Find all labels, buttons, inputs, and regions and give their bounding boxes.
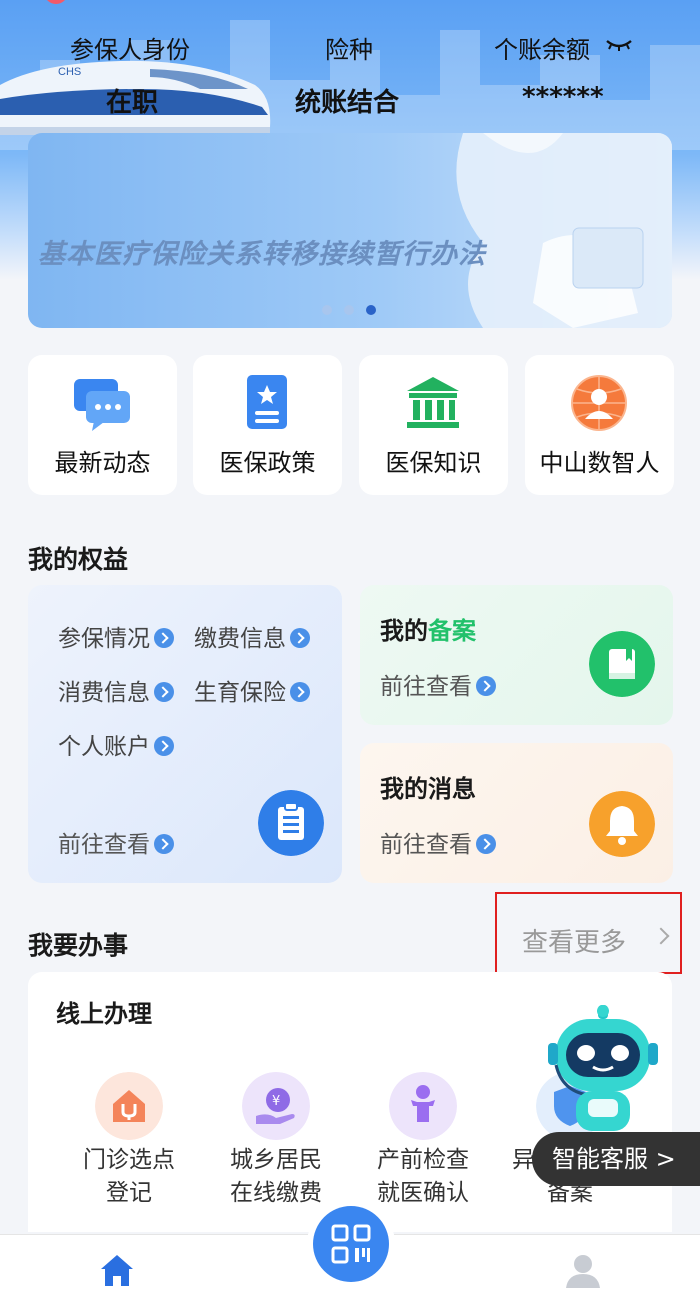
quick-link-knowledge[interactable]: 医保知识 (359, 355, 508, 495)
digital-person-icon (571, 375, 627, 431)
user-profile-icon[interactable] (564, 1252, 602, 1290)
qr-scan-button[interactable] (313, 1206, 389, 1282)
arrow-right-icon (154, 681, 174, 702)
identity-label: 参保人身份 (70, 36, 190, 64)
rights-go-view[interactable]: 前往查看 (58, 825, 174, 859)
service-label-line1: 城乡居民 (230, 1147, 322, 1173)
carousel-dot[interactable] (322, 305, 332, 315)
my-rights-title: 我的权益 (28, 545, 129, 574)
insured-info-values: 在职 统账结合 ****** (0, 82, 700, 118)
clinic-icon (95, 1072, 163, 1140)
filing-go-view[interactable]: 前往查看 (380, 667, 496, 701)
service-label-line1: 门诊选点 (83, 1147, 175, 1173)
go-view-label: 前往查看 (380, 832, 472, 858)
arrow-right-icon (290, 681, 310, 702)
policy-document-icon (247, 375, 287, 429)
eye-closed-icon[interactable] (605, 38, 633, 52)
account-balance-value: ****** (522, 82, 604, 112)
account-balance-label: 个账余额 (494, 36, 590, 64)
carousel-dot-active[interactable] (366, 305, 376, 315)
quick-link-digital-person[interactable]: 中山数智人 (525, 355, 674, 495)
quick-link-label: 医保知识 (385, 449, 482, 477)
robot-assistant-icon[interactable] (548, 1005, 658, 1135)
arrow-right-icon (154, 833, 174, 854)
service-label-line1: 产前检查 (377, 1147, 469, 1173)
svg-text:CHS: CHS (58, 66, 81, 78)
home-icon[interactable] (98, 1252, 136, 1288)
rights-link-consumption[interactable]: 消费信息 (58, 673, 174, 707)
service-outpatient-registration[interactable]: 门诊选点 登记 (61, 1072, 197, 1222)
policy-banner[interactable] (28, 133, 672, 328)
quick-link-label: 医保政策 (219, 449, 316, 477)
service-label-line2: 登记 (106, 1180, 152, 1206)
bell-icon (589, 791, 655, 857)
rights-link-payment[interactable]: 缴费信息 (194, 619, 310, 653)
filing-title-highlight: 备案 (428, 617, 476, 645)
book-icon (589, 631, 655, 697)
link-label: 参保情况 (58, 626, 150, 652)
insurance-type-label: 险种 (325, 36, 373, 64)
highlight-box (495, 892, 682, 974)
smart-customer-service-button[interactable]: 智能客服 > (532, 1132, 700, 1186)
go-view-label: 前往查看 (380, 674, 472, 700)
quick-link-news[interactable]: 最新动态 (28, 355, 177, 495)
arrow-right-icon (290, 627, 310, 648)
child-icon (389, 1072, 457, 1140)
online-services-title: 线上办理 (56, 1000, 152, 1028)
service-resident-payment[interactable]: ¥ 城乡居民 在线缴费 (208, 1072, 344, 1222)
insurance-type-value: 统账结合 (295, 88, 400, 118)
filing-title: 我的备案 (380, 611, 476, 646)
filing-title-prefix: 我的 (380, 617, 428, 645)
arrow-right-icon (476, 833, 496, 854)
qr-code-icon (331, 1224, 371, 1264)
arrow-right-icon (154, 735, 174, 756)
messages-title: 我的消息 (380, 775, 476, 803)
rights-link-maternity[interactable]: 生育保险 (194, 673, 310, 707)
link-label: 生育保险 (194, 680, 286, 706)
clipboard-icon (258, 790, 324, 856)
arrow-right-icon (154, 627, 174, 648)
doctor-illustration (456, 133, 672, 328)
carousel-dots[interactable] (322, 305, 382, 317)
payment-hand-icon: ¥ (242, 1072, 310, 1140)
carousel-dot[interactable] (344, 305, 354, 315)
rights-link-personal-account[interactable]: 个人账户 (58, 727, 174, 761)
filing-card[interactable]: 我的备案 前往查看 (360, 585, 673, 725)
svg-text:¥: ¥ (272, 1094, 280, 1109)
messages-card[interactable]: 我的消息 前往查看 (360, 743, 673, 883)
banner-title: 基本医疗保险关系转移接续暂行办法 (38, 239, 486, 270)
identity-value: 在职 (106, 88, 159, 118)
go-view-label: 前往查看 (58, 832, 150, 858)
insured-info-labels: 参保人身份 险种 个账余额 (0, 30, 700, 64)
quick-link-label: 中山数智人 (539, 449, 660, 477)
bank-building-icon (407, 377, 459, 428)
link-label: 消费信息 (58, 680, 150, 706)
chat-bubbles-icon (74, 379, 130, 431)
quick-link-label: 最新动态 (54, 449, 151, 477)
rights-card[interactable]: 参保情况 缴费信息 消费信息 生育保险 个人账户 前往查看 (28, 585, 342, 883)
link-label: 个人账户 (58, 734, 150, 760)
tasks-title: 我要办事 (28, 931, 129, 960)
service-prenatal-confirmation[interactable]: 产前检查 就医确认 (355, 1072, 491, 1222)
rights-link-enrollment[interactable]: 参保情况 (58, 619, 174, 653)
quick-link-policy[interactable]: 医保政策 (193, 355, 342, 495)
arrow-right-icon (476, 675, 496, 696)
messages-go-view[interactable]: 前往查看 (380, 825, 496, 859)
link-label: 缴费信息 (194, 626, 286, 652)
